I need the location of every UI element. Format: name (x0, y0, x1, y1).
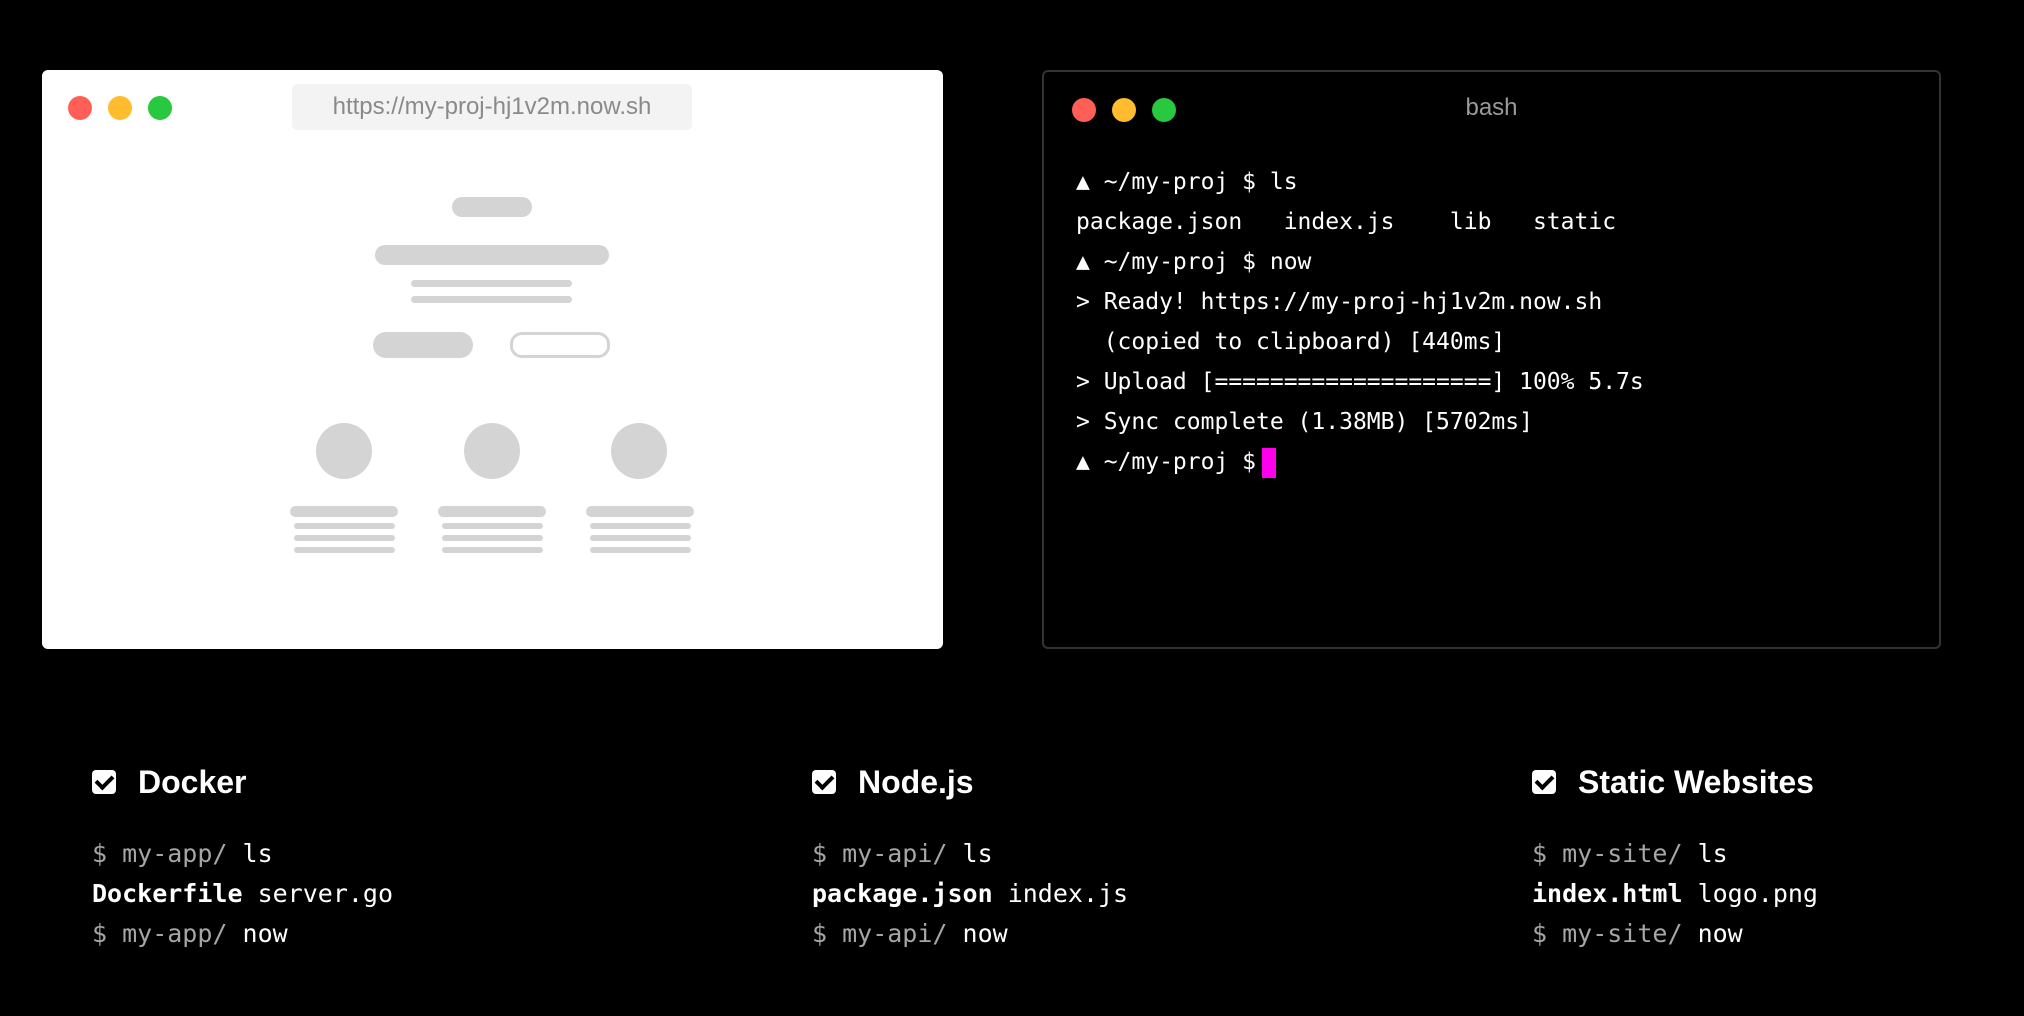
placeholder-avatar (464, 423, 520, 479)
placeholder-text-line (411, 280, 572, 287)
window-controls (68, 96, 172, 120)
placeholder-card-line (442, 535, 543, 541)
terminal-line: ▲ ~/my-proj $ now (1076, 249, 1312, 275)
placeholder-primary-button (373, 332, 473, 358)
command: ls (1697, 839, 1728, 868)
placeholder-card-line (294, 547, 395, 553)
feature-heading: Static Websites (1532, 760, 1818, 804)
feature-docker: Docker $ my-app/ ls Dockerfile server.go… (92, 760, 393, 954)
checkbox-checked-icon (1532, 770, 1556, 794)
feature-commands: $ my-app/ ls Dockerfile server.go $ my-a… (92, 834, 393, 954)
terminal-line: > Upload [====================] 100% 5.7… (1076, 369, 1644, 395)
terminal-line: (copied to clipboard) [440ms] (1076, 329, 1506, 355)
placeholder-card-line (294, 535, 395, 541)
command-line: $ my-api/ ls (812, 834, 1128, 874)
terminal-line: ▲ ~/my-proj $ ls (1076, 169, 1298, 195)
command-prompt: $ my-app/ (92, 919, 228, 948)
placeholder-heading (375, 245, 609, 265)
placeholder-card-line (442, 547, 543, 553)
file-bold: package.json (812, 879, 993, 908)
command: now (962, 919, 1008, 948)
terminal-title: bash (1465, 94, 1518, 121)
command-prompt: $ my-app/ (92, 839, 228, 868)
feature-static-websites: Static Websites $ my-site/ ls index.html… (1532, 760, 1818, 954)
checkbox-checked-icon (812, 770, 836, 794)
maximize-dot-icon[interactable] (148, 96, 172, 120)
placeholder-card-title (586, 506, 694, 517)
command-line: $ my-app/ now (92, 914, 393, 954)
file-other: server.go (257, 879, 394, 908)
command: now (242, 919, 288, 948)
feature-heading: Docker (92, 760, 393, 804)
placeholder-card-title (290, 506, 398, 517)
terminal-line: > Sync complete (1.38MB) [5702ms] (1076, 409, 1533, 435)
placeholder-card-line (590, 547, 691, 553)
feature-commands: $ my-site/ ls index.html logo.png $ my-s… (1532, 834, 1818, 954)
file-list: package.json index.js (812, 874, 1128, 914)
terminal-cursor (1262, 447, 1277, 478)
checkbox-checked-icon (92, 770, 116, 794)
placeholder-card-line (442, 523, 543, 529)
file-bold: Dockerfile (92, 879, 243, 908)
command-line: $ my-site/ now (1532, 914, 1818, 954)
browser-window: https://my-proj-hj1v2m.now.sh (42, 70, 943, 649)
terminal-line: package.json index.js lib static (1076, 209, 1617, 235)
command-prompt: $ my-site/ (1532, 919, 1683, 948)
placeholder-avatar (316, 423, 372, 479)
placeholder-secondary-button (510, 332, 610, 358)
command: ls (242, 839, 273, 868)
command-line: $ my-site/ ls (1532, 834, 1818, 874)
terminal-prompt: ▲ ~/my-proj $ (1076, 449, 1257, 475)
command-line: $ my-app/ ls (92, 834, 393, 874)
command: ls (962, 839, 993, 868)
terminal-output[interactable]: ▲ ~/my-proj $ ls package.json index.js l… (1076, 162, 1644, 482)
placeholder-text-line (411, 296, 572, 303)
minimize-dot-icon[interactable] (108, 96, 132, 120)
command-prompt: $ my-site/ (1532, 839, 1683, 868)
placeholder-card-line (294, 523, 395, 529)
terminal-line: > Ready! https://my-proj-hj1v2m.now.sh (1076, 289, 1603, 315)
command-prompt: $ my-api/ (812, 839, 948, 868)
file-other: index.js (1007, 879, 1129, 908)
feature-nodejs: Node.js $ my-api/ ls package.json index.… (812, 760, 1128, 954)
placeholder-card-title (438, 506, 546, 517)
address-bar[interactable]: https://my-proj-hj1v2m.now.sh (292, 84, 692, 130)
file-other: logo.png (1697, 879, 1818, 908)
feature-heading: Node.js (812, 760, 1128, 804)
command-line: $ my-api/ now (812, 914, 1128, 954)
command-prompt: $ my-api/ (812, 919, 948, 948)
terminal-window: bash ▲ ~/my-proj $ ls package.json index… (1042, 70, 1941, 649)
command: now (1697, 919, 1743, 948)
file-bold: index.html (1532, 879, 1683, 908)
placeholder-card-line (590, 535, 691, 541)
feature-title: Node.js (858, 763, 974, 800)
feature-commands: $ my-api/ ls package.json index.js $ my-… (812, 834, 1128, 954)
file-list: index.html logo.png (1532, 874, 1818, 914)
placeholder-logo (452, 197, 532, 217)
placeholder-card-line (590, 523, 691, 529)
feature-title: Docker (138, 763, 247, 800)
placeholder-avatar (611, 423, 667, 479)
feature-title: Static Websites (1578, 763, 1814, 800)
close-dot-icon[interactable] (68, 96, 92, 120)
terminal-prompt-line[interactable]: ▲ ~/my-proj $ (1076, 442, 1644, 482)
file-list: Dockerfile server.go (92, 874, 393, 914)
